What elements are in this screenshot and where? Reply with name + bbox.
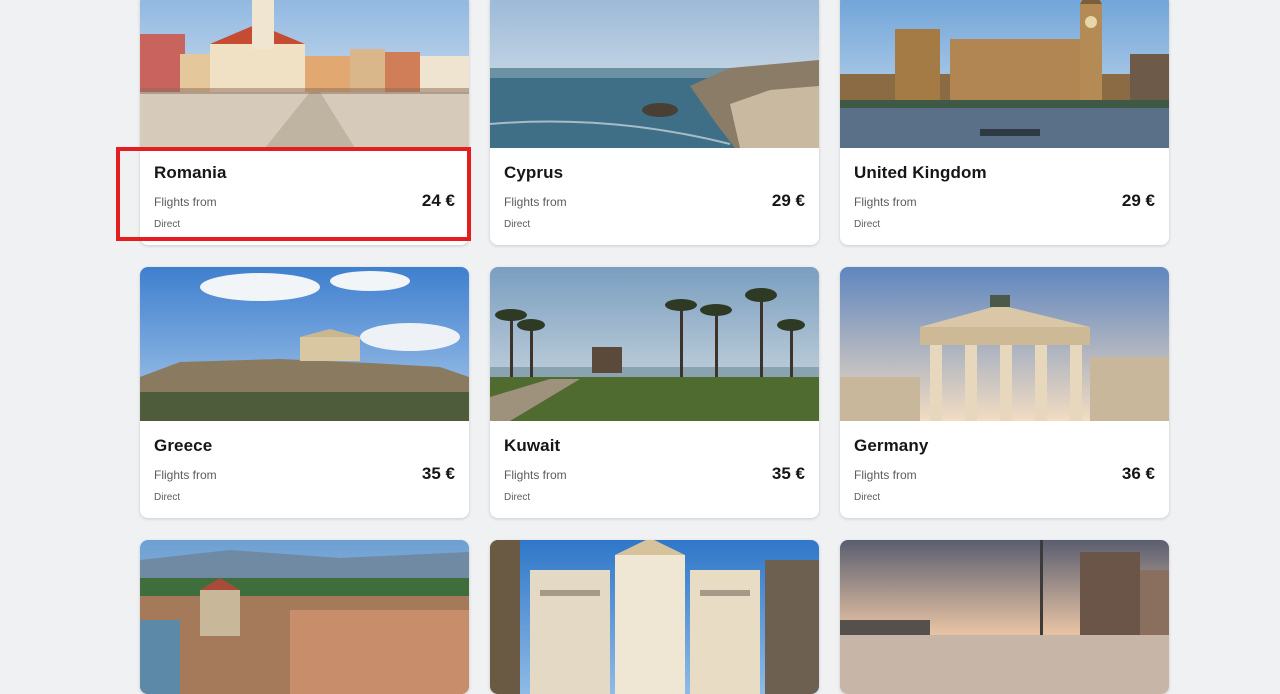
destination-name: Kuwait: [504, 436, 561, 455]
destination-card-belgium[interactable]: [490, 540, 819, 694]
flights-from-label: Flights from: [854, 195, 917, 209]
destination-card-cyprus[interactable]: Cyprus Flights from 29 € Direct: [490, 0, 819, 245]
destination-name: Romania: [154, 163, 227, 182]
stops-label: Direct: [504, 219, 531, 230]
destination-image-united-kingdom: [840, 0, 1169, 148]
flights-from-label: Flights from: [154, 195, 217, 209]
destination-image-budapest: [140, 540, 469, 694]
destination-price: 35 €: [771, 464, 805, 483]
stops-label: Direct: [154, 492, 181, 503]
flights-from-label: Flights from: [504, 195, 567, 209]
destination-card-hungary[interactable]: [140, 540, 469, 694]
flights-from-label: Flights from: [504, 468, 567, 482]
destination-card-greece[interactable]: Greece Flights from 35 € Direct: [140, 267, 469, 518]
stops-label: Direct: [854, 219, 881, 230]
flights-from-label: Flights from: [154, 468, 217, 482]
stops-label: Direct: [504, 492, 531, 503]
destination-card-united-kingdom[interactable]: United Kingdom Flights from 29 € Direct: [840, 0, 1169, 245]
destination-card-germany[interactable]: Germany Flights from 36 € Direct: [840, 267, 1169, 518]
destination-name: United Kingdom: [854, 163, 987, 182]
destination-image-harbour: [840, 540, 1169, 694]
stops-label: Direct: [154, 219, 181, 230]
destination-price: 35 €: [421, 464, 455, 483]
destination-image-romania: [140, 0, 469, 148]
destination-name: Greece: [154, 436, 213, 455]
destination-card-kuwait[interactable]: Kuwait Flights from 35 € Direct: [490, 267, 819, 518]
destination-image-brussels: [490, 540, 819, 694]
destination-image-greece: [140, 267, 469, 421]
destination-card-romania[interactable]: Romania Flights from 24 € Direct: [140, 0, 469, 245]
destination-name: Germany: [854, 436, 929, 455]
destination-price: 29 €: [771, 191, 805, 210]
destination-image-kuwait: [490, 267, 819, 421]
destination-price: 36 €: [1121, 464, 1155, 483]
stops-label: Direct: [854, 492, 881, 503]
destination-name: Cyprus: [504, 163, 564, 182]
destination-price: 29 €: [1121, 191, 1155, 210]
destination-image-germany: [840, 267, 1169, 421]
destination-price: 24 €: [421, 191, 455, 210]
flights-from-label: Flights from: [854, 468, 917, 482]
destination-image-cyprus: [490, 0, 819, 148]
destination-card-harbour[interactable]: [840, 540, 1169, 694]
